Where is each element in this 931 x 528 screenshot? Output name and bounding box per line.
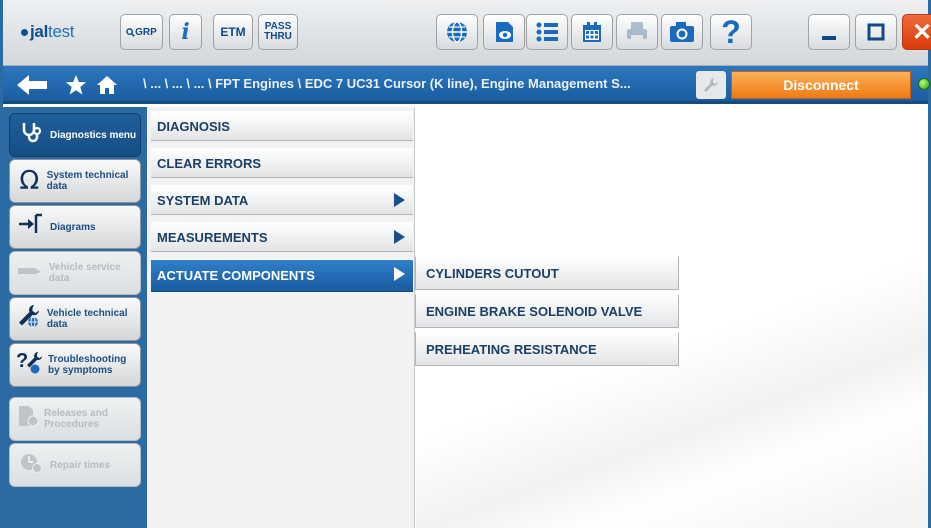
calendar-icon bbox=[583, 22, 601, 42]
minimize-icon bbox=[822, 36, 836, 40]
sidebar-item-diagrams[interactable]: Diagrams bbox=[9, 205, 141, 249]
submenu-item-cylinders-cutout[interactable]: CYLINDERS CUTOUT bbox=[415, 256, 679, 290]
list-icon bbox=[536, 22, 558, 42]
maximize-icon bbox=[867, 23, 885, 41]
calendar-button[interactable] bbox=[571, 14, 613, 50]
menu-item-clear-errors[interactable]: CLEAR ERRORS bbox=[151, 148, 413, 178]
grp-button[interactable]: GRP bbox=[120, 14, 163, 50]
omega-icon: Ω bbox=[19, 166, 40, 196]
help-button[interactable]: ? bbox=[710, 14, 752, 50]
chevron-right-icon bbox=[394, 193, 405, 207]
globe-button[interactable] bbox=[436, 14, 478, 50]
minimize-button[interactable] bbox=[808, 14, 850, 50]
close-icon: ✕ bbox=[911, 18, 931, 46]
info-button[interactable]: i bbox=[169, 14, 202, 50]
pass-thru-button[interactable]: PASS THRU bbox=[258, 14, 298, 50]
sidebar-item-repair-times[interactable]: Repair times bbox=[9, 443, 141, 487]
top-toolbar: jaltest GRP i ETM PASS THRU ? ✕ bbox=[3, 0, 931, 66]
sidebar-item-troubleshooting[interactable]: ? Troubleshooting by symptoms bbox=[9, 343, 141, 387]
disconnect-button[interactable]: Disconnect bbox=[731, 71, 911, 99]
actuate-components-submenu: CYLINDERS CUTOUT ENGINE BRAKE SOLENOID V… bbox=[415, 256, 679, 366]
home-icon[interactable] bbox=[96, 74, 118, 96]
info-icon: i bbox=[181, 19, 190, 45]
maximize-button[interactable] bbox=[855, 14, 897, 50]
print-button[interactable] bbox=[616, 14, 658, 50]
menu-item-actuate-components[interactable]: ACTUATE COMPONENTS bbox=[151, 259, 413, 292]
view-document-button[interactable] bbox=[483, 14, 525, 50]
menu-item-diagnosis[interactable]: DIAGNOSIS bbox=[151, 111, 413, 141]
chevron-right-icon bbox=[394, 267, 405, 281]
sidebar-item-vehicle-technical-data[interactable]: Vehicle technical data bbox=[9, 297, 141, 341]
document-eye-icon bbox=[496, 22, 513, 42]
submenu-item-preheating-resistance[interactable]: PREHEATING RESISTANCE bbox=[415, 332, 679, 366]
sidebar-item-releases-and-procedures[interactable]: Releases and Procedures bbox=[9, 397, 141, 441]
back-arrow-icon[interactable] bbox=[15, 74, 49, 96]
wrench-icon bbox=[704, 78, 718, 92]
procedures-icon bbox=[16, 404, 40, 434]
navigation-bar: \ ... \ ... \ ... \ FPT Engines \ EDC 7 … bbox=[3, 66, 930, 104]
diagram-icon bbox=[16, 213, 46, 241]
sidebar-item-system-technical-data[interactable]: Ω System technical data bbox=[9, 159, 141, 203]
screenshot-button[interactable] bbox=[661, 14, 703, 50]
stethoscope-icon bbox=[16, 120, 46, 150]
jaltest-logo: jaltest bbox=[21, 22, 75, 42]
svg-text:?: ? bbox=[16, 350, 28, 372]
sidebar-item-vehicle-service-data[interactable]: Vehicle service data bbox=[9, 251, 141, 295]
menu-item-measurements[interactable]: MEASUREMENTS bbox=[151, 222, 413, 252]
sidebar-item-diagnostics-menu[interactable]: Diagnostics menu bbox=[9, 113, 141, 157]
menu-item-system-data[interactable]: SYSTEM DATA bbox=[151, 185, 413, 215]
connection-status-led bbox=[918, 78, 930, 90]
camera-icon bbox=[670, 22, 694, 42]
favorite-star-icon[interactable] bbox=[65, 74, 87, 96]
chevron-right-icon bbox=[394, 230, 405, 244]
help-icon: ? bbox=[721, 13, 741, 50]
search-icon bbox=[126, 27, 136, 37]
globe-icon bbox=[447, 21, 467, 43]
wrench-globe-icon bbox=[16, 303, 43, 335]
tools-button[interactable] bbox=[696, 71, 726, 99]
diagnostics-menu-list: DIAGNOSIS CLEAR ERRORS SYSTEM DATA MEASU… bbox=[147, 107, 415, 528]
question-wrench-icon: ? bbox=[16, 349, 44, 381]
submenu-item-engine-brake-solenoid-valve[interactable]: ENGINE BRAKE SOLENOID VALVE bbox=[415, 294, 679, 328]
service-icon bbox=[16, 261, 45, 285]
etm-button[interactable]: ETM bbox=[213, 14, 253, 50]
close-button[interactable]: ✕ bbox=[902, 14, 931, 50]
list-button[interactable] bbox=[526, 14, 568, 50]
repair-times-icon bbox=[16, 450, 46, 480]
printer-icon bbox=[627, 22, 647, 42]
breadcrumb: \ ... \ ... \ ... \ FPT Engines \ EDC 7 … bbox=[143, 76, 631, 91]
sidebar: Diagnostics menu Ω System technical data… bbox=[3, 107, 147, 528]
